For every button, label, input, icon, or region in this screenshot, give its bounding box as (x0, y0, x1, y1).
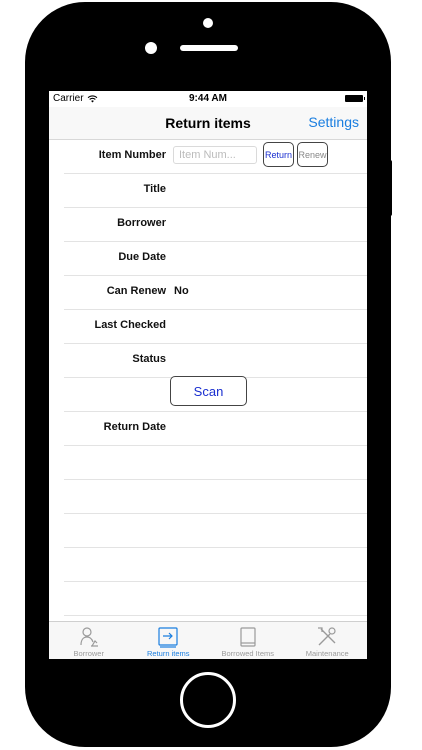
volume-up-button (25, 160, 29, 216)
tab-borrowed-items[interactable]: Borrowed Items (208, 622, 288, 659)
can-renew-label: Can Renew (106, 285, 166, 297)
empty-row (64, 581, 367, 616)
return-button[interactable]: Return (263, 142, 294, 167)
empty-row (64, 479, 367, 514)
last-checked-label: Last Checked (94, 319, 166, 331)
settings-button[interactable]: Settings (308, 114, 359, 130)
due-date-label: Due Date (118, 251, 166, 263)
renew-button[interactable]: Renew (297, 142, 328, 167)
tab-label: Borrower (73, 649, 104, 658)
tab-bar: Borrower Return items Borrowed Items Mai… (49, 621, 367, 659)
return-date-label: Return Date (103, 421, 166, 433)
clock: 9:44 AM (189, 93, 227, 104)
return-date-row: Return Date (64, 411, 367, 446)
power-button (388, 160, 392, 216)
tab-label: Maintenance (305, 649, 349, 658)
battery-icon (345, 95, 365, 102)
app-screen: Carrier 9:44 AM Return items Settings It… (49, 91, 367, 659)
can-renew-value: No (174, 285, 189, 297)
navigation-bar: Return items Settings (49, 107, 367, 140)
scan-button[interactable]: Scan (170, 376, 247, 406)
tools-icon (318, 627, 336, 646)
front-camera (203, 18, 213, 28)
return-items-icon (158, 627, 178, 648)
status-label: Status (132, 353, 166, 365)
mute-switch (25, 96, 29, 126)
tab-label: Return items (146, 649, 190, 658)
last-checked-row: Last Checked (64, 309, 367, 344)
title-row: Title (64, 173, 367, 208)
scan-row: Scan (64, 376, 367, 412)
tab-maintenance[interactable]: Maintenance (288, 622, 368, 659)
tab-label: Borrowed Items (221, 649, 275, 658)
proximity-sensor (145, 42, 157, 54)
volume-down-button (25, 228, 29, 284)
empty-row (64, 513, 367, 548)
home-button[interactable] (180, 672, 236, 728)
item-number-label: Item Number (98, 149, 166, 161)
empty-row (64, 547, 367, 582)
book-icon (240, 627, 256, 647)
tab-return-items[interactable]: Return items (129, 622, 209, 659)
can-renew-row: Can Renew No (64, 275, 367, 310)
borrower-row: Borrower (64, 207, 367, 242)
due-date-row: Due Date (64, 241, 367, 276)
empty-row (64, 445, 367, 480)
tab-borrower[interactable]: Borrower (49, 622, 129, 659)
earpiece-speaker (180, 45, 238, 51)
status-bar: Carrier 9:44 AM (49, 91, 367, 107)
borrower-label: Borrower (117, 217, 166, 229)
item-number-input[interactable] (173, 146, 257, 164)
borrower-icon (80, 627, 98, 647)
item-number-row: Item Number Return Renew (64, 139, 367, 174)
title-label: Title (143, 183, 166, 195)
status-row: Status (64, 343, 367, 378)
